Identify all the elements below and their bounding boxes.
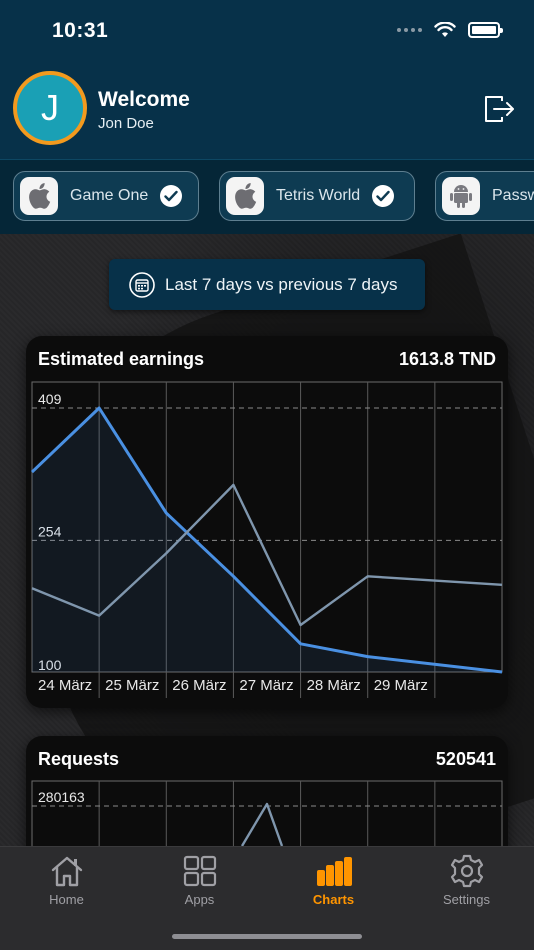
app-chip-label: Tetris World (276, 187, 361, 204)
tab-label: Home (49, 892, 84, 907)
apple-icon (20, 177, 58, 215)
house-icon (51, 856, 82, 887)
tab-label: Charts (312, 892, 355, 907)
earnings-chart: 24 März 25 März 26 März 27 März 28 März 29 Mä… (30, 381, 503, 698)
apps-selector: Game One Tetris World Passw (0, 160, 534, 234)
welcome-title: Welcome (98, 88, 190, 111)
period-selector-button[interactable]: Last 7 days vs previous 7 days (109, 259, 425, 310)
calendar-icon (129, 271, 155, 298)
app-chip-label: Passw (492, 187, 534, 204)
y-tick-label: 409 (38, 391, 62, 407)
apple-icon (226, 177, 264, 215)
x-tick-label: 24 März (38, 677, 92, 694)
y-tick-label: 280163 (38, 789, 85, 805)
grid-icon (183, 855, 216, 887)
tab-charts[interactable]: Charts (267, 847, 400, 917)
app-chip-label: Game One (70, 187, 149, 204)
checkmark-icon (372, 185, 395, 207)
avatar[interactable]: J (13, 71, 87, 145)
x-tick-label: 27 März (239, 677, 293, 694)
earnings-card: Estimated earnings 1613.8 TND 24 März 25 … (26, 336, 508, 708)
x-tick-label: 29 März (374, 677, 428, 694)
logout-icon[interactable] (482, 92, 516, 126)
app-chip-passw[interactable]: Passw (435, 171, 534, 221)
header: 10:31 J Welcome Jon Doe (0, 0, 534, 160)
bar-chart-icon (316, 857, 352, 886)
series-line-previous (240, 802, 284, 847)
period-label: Last 7 days vs previous 7 days (165, 274, 398, 294)
x-tick-label: 25 März (105, 677, 159, 694)
x-tick-label: 26 März (172, 677, 226, 694)
status-icons (397, 22, 503, 38)
tab-home[interactable]: Home (0, 847, 133, 917)
app-chip-game-one[interactable]: Game One (13, 171, 199, 221)
tab-apps[interactable]: Apps (133, 847, 266, 917)
wifi-icon (434, 22, 456, 37)
status-time: 10:31 (52, 19, 109, 42)
android-icon (442, 177, 480, 215)
avatar-initial: J (41, 87, 59, 128)
gear-icon (450, 854, 483, 888)
tab-label: Apps (184, 892, 215, 907)
battery-icon (468, 22, 503, 38)
x-tick-label: 28 März (307, 677, 361, 694)
signal-icon (397, 28, 422, 32)
home-indicator (172, 934, 362, 939)
checkmark-icon (160, 185, 183, 207)
app-chip-tetris-world[interactable]: Tetris World (219, 171, 415, 221)
tab-settings[interactable]: Settings (400, 847, 533, 917)
user-name: Jon Doe (98, 115, 154, 132)
tab-label: Settings (443, 892, 490, 907)
